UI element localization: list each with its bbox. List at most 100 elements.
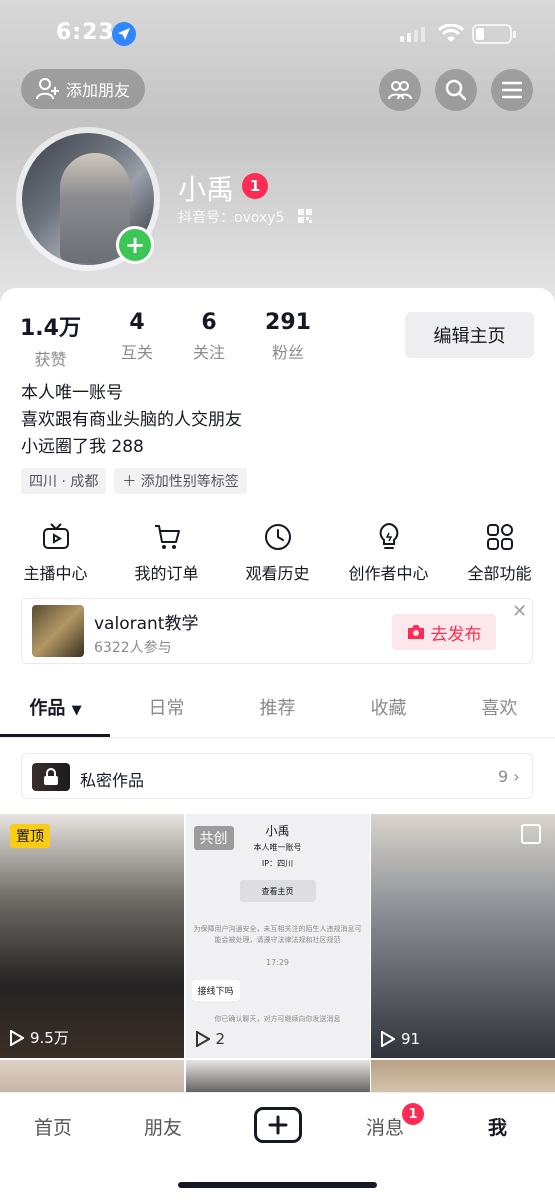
promo-participants: 6322人参与 xyxy=(94,640,172,656)
tab-daily[interactable]: 日常 xyxy=(111,684,222,734)
func-label: 全部功能 xyxy=(467,564,532,583)
stat-likes[interactable]: 1.4万 获赞 xyxy=(20,310,81,370)
lock-icon xyxy=(32,763,70,791)
stat-label: 互关 xyxy=(120,343,153,362)
quick-functions: 主播中心 我的订单 观看历史 创作者中心 全部功能 xyxy=(0,520,555,584)
func-watch-history[interactable]: 观看历史 xyxy=(222,520,333,584)
func-label: 创作者中心 xyxy=(348,564,429,583)
play-icon xyxy=(381,1031,395,1047)
add-person-icon xyxy=(35,78,59,100)
status-bar: 6:23 xyxy=(0,14,555,54)
nav-me[interactable]: 我 xyxy=(488,1113,507,1140)
tab-divider xyxy=(0,737,555,738)
func-label: 观看历史 xyxy=(245,564,310,583)
post-thumbnail[interactable]: 共创 小禹 本人唯一账号 IP：四川 查看主页 为保障用户沟通安全，未互相关注的… xyxy=(185,814,370,1058)
cellular-signal-icon xyxy=(400,27,425,42)
private-works-count-value: 9 xyxy=(498,767,509,786)
bio: 本人唯一账号 喜欢跟有商业头脑的人交朋友 小远圈了我 288 xyxy=(21,380,242,461)
tv-icon xyxy=(42,523,69,549)
chevron-right-icon: › xyxy=(513,767,520,786)
profile-card: 1.4万 获赞 4 互关 6 关注 291 粉丝 编辑主页 本人唯一账号 喜欢跟… xyxy=(0,288,555,1100)
bio-line: 喜欢跟有商业头脑的人交朋友 xyxy=(21,410,242,430)
stat-value: 1.4万 xyxy=(20,316,81,341)
people-icon xyxy=(388,81,412,100)
stat-value: 6 xyxy=(201,310,217,335)
stat-label: 关注 xyxy=(193,343,226,362)
publish-label: 去发布 xyxy=(430,624,482,645)
publish-button[interactable]: 去发布 xyxy=(392,614,496,650)
stats-row: 1.4万 获赞 4 互关 6 关注 291 粉丝 xyxy=(20,310,351,370)
messages-badge: 1 xyxy=(402,1103,424,1125)
func-my-orders[interactable]: 我的订单 xyxy=(111,520,222,584)
func-label: 我的订单 xyxy=(134,564,199,583)
bio-line: 小远圈了我 288 xyxy=(21,437,144,457)
view-count-value: 2 xyxy=(215,1030,226,1048)
view-count-value: 91 xyxy=(401,1030,421,1048)
douyin-id[interactable]: 抖音号：ovoxy5 xyxy=(178,207,284,227)
posts-grid: 置顶 9.5万 共创 小禹 本人唯一账号 IP：四川 查看主页 为保障用户沟通安… xyxy=(0,814,555,1100)
menu-icon xyxy=(502,81,522,99)
cart-icon xyxy=(154,525,180,549)
add-friend-button[interactable]: 添加朋友 xyxy=(21,69,145,109)
stat-label: 获赞 xyxy=(34,350,67,369)
preview-bio: 本人唯一账号 xyxy=(253,843,302,852)
stat-following[interactable]: 6 关注 xyxy=(193,310,225,370)
edit-profile-button[interactable]: 编辑主页 xyxy=(405,312,534,358)
preview-note: 为保障用户沟通安全，未互相关注的陌生人违规消息可能会被处理，请遵守法律法规和社区… xyxy=(193,925,362,944)
name-notification-badge[interactable]: 1 xyxy=(242,173,268,199)
post-thumbnail[interactable]: 91 xyxy=(371,814,555,1058)
nav-friends[interactable]: 朋友 xyxy=(144,1113,182,1140)
private-works-count: 9 › xyxy=(498,767,520,786)
add-avatar-plus-icon[interactable]: + xyxy=(116,226,154,264)
view-count: 91 xyxy=(381,1030,420,1048)
stat-value: 4 xyxy=(129,310,145,335)
func-streamer-center[interactable]: 主播中心 xyxy=(0,520,111,584)
view-count-value: 9.5万 xyxy=(30,1029,69,1047)
preview-time: 17:29 xyxy=(265,958,290,967)
create-post-button[interactable] xyxy=(254,1107,302,1143)
topic-promo-card[interactable]: valorant教学 6322人参与 去发布 ✕ xyxy=(21,598,533,664)
tab-likes[interactable]: 喜欢 xyxy=(444,684,555,734)
close-icon[interactable]: ✕ xyxy=(512,601,527,622)
play-icon xyxy=(195,1031,210,1047)
promo-title: valorant教学 xyxy=(94,614,199,634)
location-tag[interactable]: 四川 · 成都 xyxy=(21,468,107,494)
status-time: 6:23 xyxy=(56,20,115,45)
nav-messages[interactable]: 消息 xyxy=(366,1113,404,1140)
func-all-features[interactable]: 全部功能 xyxy=(444,520,555,584)
func-creator-center[interactable]: 创作者中心 xyxy=(333,520,444,584)
private-works-row[interactable]: 私密作品 9 › xyxy=(21,753,533,799)
func-label: 主播中心 xyxy=(23,564,88,583)
plus-icon xyxy=(268,1115,288,1135)
bio-line: 本人唯一账号 xyxy=(21,383,123,403)
stat-mutual[interactable]: 4 互关 xyxy=(121,310,153,370)
content-tabs: 作品 ▼ 日常 推荐 收藏 喜欢 xyxy=(0,684,555,734)
nav-home[interactable]: 首页 xyxy=(34,1113,72,1140)
stat-value: 291 xyxy=(265,310,311,335)
add-tags-button[interactable]: ＋ 添加性别等标签 xyxy=(114,468,247,494)
private-works-label: 私密作品 xyxy=(80,771,145,790)
tab-favorites[interactable]: 收藏 xyxy=(333,684,444,734)
qr-code-icon[interactable] xyxy=(298,209,312,223)
preview-view-profile: 查看主页 xyxy=(239,880,316,902)
tab-works[interactable]: 作品 ▼ xyxy=(0,684,111,734)
menu-button[interactable] xyxy=(491,69,533,111)
view-count: 2 xyxy=(195,1030,226,1048)
post-thumbnail[interactable]: 置顶 9.5万 xyxy=(0,814,184,1058)
multi-image-icon xyxy=(521,824,541,844)
clock-icon xyxy=(264,524,291,550)
preview-footer: 你已确认聊天，对方可继续向你发送消息 xyxy=(214,1015,341,1023)
preview-ip: IP：四川 xyxy=(261,859,294,868)
camera-icon xyxy=(407,625,424,639)
bulb-icon xyxy=(379,522,398,549)
stat-followers[interactable]: 291 粉丝 xyxy=(265,310,311,370)
tab-recommend[interactable]: 推荐 xyxy=(222,684,333,734)
chevron-down-icon: ▼ xyxy=(71,703,82,718)
search-button[interactable] xyxy=(435,69,477,111)
friends-button[interactable] xyxy=(379,69,421,111)
promo-thumbnail xyxy=(32,605,84,657)
battery-icon xyxy=(472,24,516,44)
home-indicator xyxy=(178,1182,377,1188)
search-icon xyxy=(445,79,467,101)
profile-tags: 四川 · 成都 ＋ 添加性别等标签 xyxy=(21,468,247,494)
